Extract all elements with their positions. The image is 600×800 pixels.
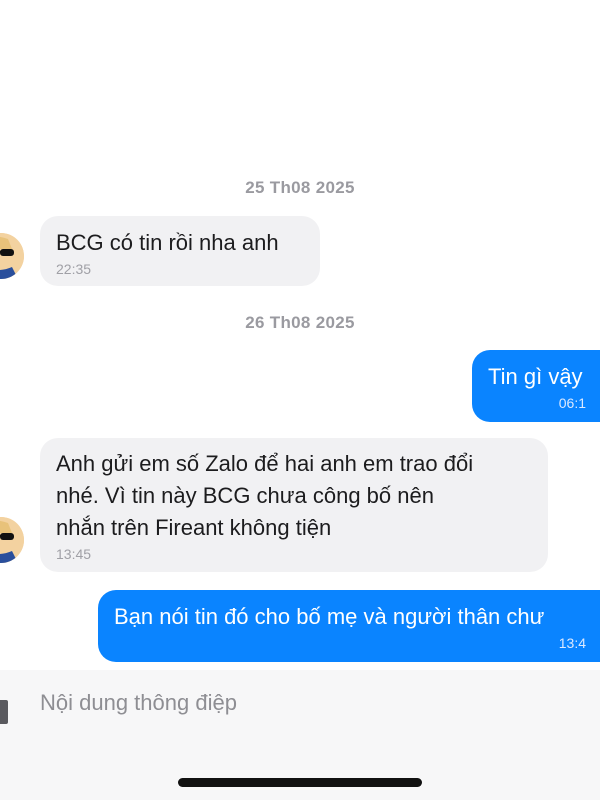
message-bubble-outgoing[interactable]: Tin gì vậy 06:1 <box>472 350 600 422</box>
home-indicator[interactable] <box>178 778 422 787</box>
message-time: 13:4 <box>558 635 586 651</box>
attachment-icon[interactable] <box>0 700 8 724</box>
message-text: BCG có tin rồi nha anh <box>56 230 279 255</box>
message-text: Bạn nói tin đó cho bố mẹ và người thân c… <box>114 604 545 629</box>
message-bubble-incoming[interactable]: BCG có tin rồi nha anh 22:35 <box>40 216 320 286</box>
message-time: 22:35 <box>56 261 92 277</box>
sender-avatar[interactable] <box>0 517 24 563</box>
message-time: 13:45 <box>56 546 92 562</box>
message-text: Tin gì vậy <box>488 364 583 389</box>
avatar-sunglasses-icon <box>0 517 24 563</box>
message-bubble-incoming[interactable]: Anh gửi em số Zalo để hai anh em trao đổ… <box>40 438 548 572</box>
message-input[interactable]: Nội dung thông điệp <box>40 690 237 716</box>
sender-avatar[interactable] <box>0 233 24 279</box>
avatar-sunglasses-icon <box>0 233 24 279</box>
date-separator: 26 Th08 2025 <box>245 313 355 332</box>
date-separator: 25 Th08 2025 <box>245 178 355 197</box>
message-text: Anh gửi em số Zalo để hai anh em trao đổ… <box>56 451 474 540</box>
message-bubble-outgoing[interactable]: Bạn nói tin đó cho bố mẹ và người thân c… <box>98 590 600 662</box>
message-time: 06:1 <box>558 395 586 411</box>
